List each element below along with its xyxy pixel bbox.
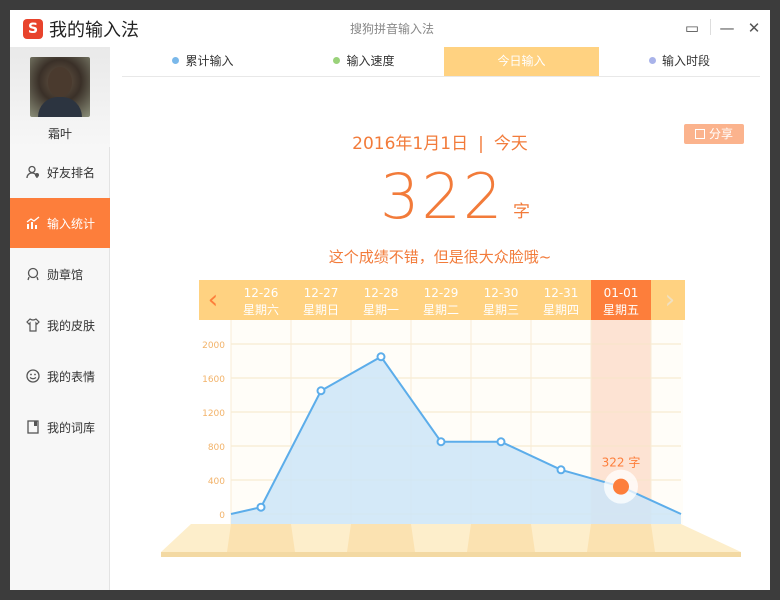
user-name: 霜叶 [47, 127, 72, 141]
y-tick-label: 2000 [202, 341, 225, 351]
tab-label: 今日输入 [497, 54, 546, 68]
tab-bar: 累计输入 输入速度 今日输入 输入时段 [122, 47, 760, 77]
tab-today-input[interactable]: 今日输入 [444, 47, 599, 76]
selected-data-point[interactable] [613, 478, 629, 495]
tab-dot-icon [172, 57, 180, 64]
floor-stripe [347, 524, 415, 552]
tab-label: 累计输入 [185, 54, 234, 68]
sidebar-item-label: 输入统计 [47, 216, 96, 231]
data-point[interactable] [256, 502, 266, 512]
sidebar-item-friends[interactable]: 好友排名 [10, 147, 110, 197]
window: S 我的输入法 搜狗拼音输入法 ▭ — ✕ 霜叶 好友排名 输入统计 勋章馆 我… [10, 10, 770, 590]
y-tick-label: 1600 [202, 375, 225, 385]
profile: 霜叶 [10, 47, 110, 147]
tab-dot-icon [648, 57, 656, 64]
date-separator: | [478, 134, 484, 154]
sidebar-item-stats[interactable]: 输入统计 [10, 198, 110, 248]
tab-input-period[interactable]: 输入时段 [599, 47, 760, 76]
sidebar: 霜叶 好友排名 输入统计 勋章馆 我的皮肤 我的表情 我的词库 [10, 47, 110, 590]
floor-stripe [587, 524, 655, 552]
tab-dot-icon [333, 57, 341, 64]
day-weekday-label[interactable]: 星期六 [243, 303, 279, 317]
sidebar-item-label: 我的表情 [47, 369, 96, 384]
day-date-label[interactable]: 12-29 [424, 286, 459, 300]
y-tick-label: 1200 [202, 409, 225, 419]
day-weekday-label[interactable]: 星期日 [303, 303, 339, 317]
tab-label: 输入时段 [661, 54, 710, 68]
y-tick-label: 0 [219, 511, 225, 521]
day-weekday-label[interactable]: 星期四 [543, 303, 579, 317]
date-line: 2016年1月1日 | 今天 [110, 129, 770, 154]
sidebar-item-emoji[interactable]: 我的表情 [10, 351, 110, 401]
feedback-icon[interactable]: ▭ [681, 17, 703, 39]
stats-icon [26, 216, 40, 230]
dictionary-icon [26, 420, 40, 434]
sidebar-item-skins[interactable]: 我的皮肤 [10, 300, 110, 350]
floor-stripe [227, 524, 295, 552]
share-label: 分享 [708, 127, 733, 141]
y-tick-label: 400 [208, 477, 225, 487]
avatar[interactable] [30, 57, 90, 117]
today-count: 322 [380, 160, 505, 233]
floor-stripe [467, 524, 535, 552]
day-weekday-label[interactable]: 星期一 [363, 303, 399, 317]
date-text: 2016年1月1日 [352, 134, 469, 154]
sidebar-item-dictionary[interactable]: 我的词库 [10, 402, 110, 452]
share-button[interactable]: 分享 [684, 124, 744, 144]
count-unit: 字 [513, 202, 530, 222]
share-icon [694, 129, 705, 139]
day-weekday-label[interactable]: 星期五 [603, 303, 639, 317]
title-divider [710, 19, 711, 35]
shirt-icon [26, 318, 40, 332]
friends-icon [26, 165, 40, 179]
day-weekday-label[interactable]: 星期二 [423, 303, 459, 317]
day-date-label[interactable]: 12-31 [544, 286, 579, 300]
selected-point-label: 322 字 [602, 455, 641, 470]
floor-edge [161, 552, 741, 557]
next-arrow-icon[interactable]: › [665, 285, 675, 315]
today-text: 今天 [493, 134, 528, 154]
y-tick-label: 800 [208, 443, 225, 453]
app-title: 我的输入法 [49, 20, 139, 41]
tab-label: 输入速度 [346, 54, 395, 68]
data-point[interactable] [316, 386, 326, 396]
daily-input-chart: 0 400 800 1200 1600 2000 ‹ › 12-26 星期六 12-27 星期日 12-… [160, 272, 772, 592]
minimize-button[interactable]: — [716, 17, 738, 39]
day-date-label[interactable]: 12-26 [244, 286, 279, 300]
app-subtitle: 搜狗拼音输入法 [350, 22, 435, 36]
data-point[interactable] [556, 465, 566, 475]
data-point[interactable] [496, 437, 506, 447]
chart-svg: 0 400 800 1200 1600 2000 ‹ › 12-26 星期六 12-27 星期日 12-… [161, 280, 741, 557]
title-bar: S 我的输入法 搜狗拼音输入法 ▭ — ✕ [10, 10, 770, 47]
sidebar-item-label: 好友排名 [47, 165, 96, 180]
day-date-label[interactable]: 01-01 [604, 286, 639, 300]
smiley-icon [26, 369, 40, 383]
comment-text: 这个成绩不错，但是很大众脸哦~ [328, 248, 552, 266]
tab-total-input[interactable]: 累计输入 [122, 47, 284, 76]
main-panel: 累计输入 输入速度 今日输入 输入时段 2016年1月1日 | 今天 分享 322 … [110, 47, 770, 590]
sidebar-item-label: 我的词库 [47, 420, 96, 435]
day-weekday-label[interactable]: 星期三 [483, 303, 519, 317]
tab-input-speed[interactable]: 输入速度 [284, 47, 444, 76]
sidebar-item-label: 勋章馆 [47, 267, 84, 282]
day-date-label[interactable]: 12-30 [484, 286, 519, 300]
day-date-label[interactable]: 12-28 [364, 286, 399, 300]
sidebar-item-medals[interactable]: 勋章馆 [10, 249, 110, 299]
prev-arrow-icon[interactable]: ‹ [208, 285, 218, 315]
day-date-label[interactable]: 12-27 [304, 286, 339, 300]
data-point[interactable] [436, 437, 446, 447]
medal-icon [26, 267, 40, 281]
close-button[interactable]: ✕ [743, 17, 765, 39]
sogou-logo-icon: S [23, 19, 43, 39]
sidebar-item-label: 我的皮肤 [47, 318, 96, 333]
data-point[interactable] [376, 352, 386, 362]
